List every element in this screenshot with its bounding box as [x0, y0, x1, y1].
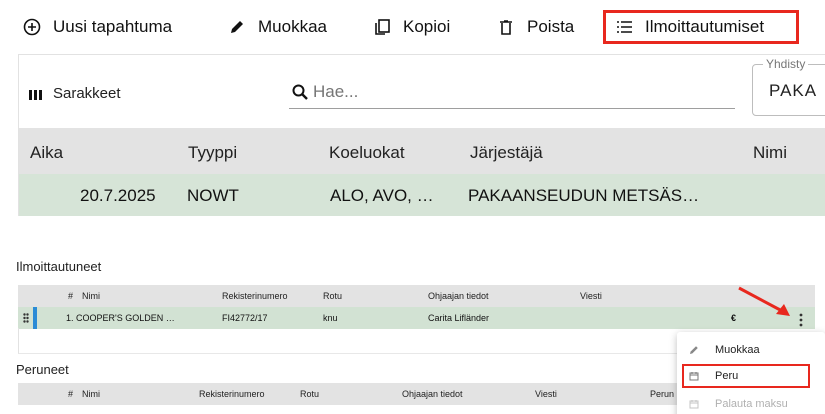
- columns-icon: [29, 88, 43, 100]
- association-label: Yhdisty: [763, 57, 809, 71]
- can-header-cancelled[interactable]: Perun: [650, 389, 674, 399]
- menu-item-cancel[interactable]: Peru: [682, 364, 810, 388]
- menu-item-edit-label: Muokkaa: [715, 344, 760, 356]
- header-organizer[interactable]: Järjestäjä: [470, 143, 543, 163]
- can-header-regno[interactable]: Rekisterinumero: [199, 389, 265, 399]
- can-header-handler[interactable]: Ohjaajan tiedot: [402, 389, 463, 399]
- cell-date: 20.7.2025: [80, 186, 156, 205]
- menu-item-refund[interactable]: Palauta maksu: [677, 392, 825, 414]
- search-field: [289, 75, 735, 109]
- registrations-label: Ilmoittautumiset: [645, 17, 765, 36]
- registered-title: Ilmoittautuneet: [16, 259, 102, 274]
- cell-classes: ALO, AVO, …: [330, 186, 434, 205]
- columns-button[interactable]: Sarakkeet: [29, 85, 121, 102]
- list-icon: [614, 17, 634, 37]
- drag-handle-icon[interactable]: [23, 313, 29, 323]
- pencil-icon: [689, 345, 699, 355]
- cell-organizer: PAKAANSEUDUN METSÄS…: [468, 186, 700, 205]
- delete-label: Poista: [527, 17, 575, 36]
- menu-item-edit[interactable]: Muokkaa: [677, 338, 825, 362]
- cell-regno: FI42772/17: [222, 313, 268, 323]
- row-marker: [33, 307, 37, 329]
- edit-label: Muokkaa: [258, 17, 327, 36]
- events-grid: Sarakkeet Yhdisty PAKA Aika Tyyppi Koelu…: [18, 54, 825, 216]
- cell-breed: knu: [323, 313, 338, 323]
- can-header-index: #: [68, 389, 74, 399]
- can-header-breed[interactable]: Rotu: [300, 389, 319, 399]
- header-type[interactable]: Tyyppi: [188, 143, 237, 163]
- reg-header-index: #: [68, 291, 74, 301]
- delete-button[interactable]: Poista: [496, 10, 574, 44]
- association-select[interactable]: Yhdisty PAKA: [752, 57, 825, 116]
- reg-header-message[interactable]: Viesti: [580, 291, 602, 301]
- copy-icon: [372, 17, 392, 37]
- registered-table-header: # Nimi Rekisterinumero Rotu Ohjaajan tie…: [18, 285, 815, 307]
- reg-header-regno[interactable]: Rekisterinumero: [222, 291, 288, 301]
- cell-type: NOWT: [187, 186, 239, 205]
- table-row[interactable]: 20.7.2025 NOWT ALO, AVO, … PAKAANSEUDUN …: [19, 174, 825, 216]
- can-header-message[interactable]: Viesti: [535, 389, 557, 399]
- menu-item-cancel-label: Peru: [715, 370, 739, 382]
- trash-icon: [496, 17, 516, 37]
- annotation-arrow-icon: [738, 286, 790, 316]
- search-input[interactable]: [313, 81, 713, 102]
- columns-label: Sarakkeet: [53, 85, 121, 102]
- association-value: PAKA: [769, 81, 818, 100]
- menu-item-refund-label: Palauta maksu: [715, 398, 788, 410]
- calendar-cancel-icon: [689, 371, 699, 381]
- copy-label: Kopioi: [403, 17, 451, 36]
- registrations-button[interactable]: Ilmoittautumiset: [603, 10, 799, 44]
- row-context-menu: Muokkaa Peru Palauta maksu: [677, 332, 825, 414]
- cell-index-name: 1. COOPER'S GOLDEN …: [66, 313, 175, 323]
- reg-header-name[interactable]: Nimi: [82, 291, 100, 301]
- cancelled-title: Peruneet: [16, 362, 69, 377]
- reg-header-handler[interactable]: Ohjaajan tiedot: [428, 291, 489, 301]
- reg-header-breed[interactable]: Rotu: [323, 291, 342, 301]
- can-header-name[interactable]: Nimi: [82, 389, 100, 399]
- pencil-icon: [227, 17, 247, 37]
- calendar-refund-icon: [689, 399, 699, 409]
- edit-button[interactable]: Muokkaa: [227, 10, 327, 44]
- copy-button[interactable]: Kopioi: [372, 10, 450, 44]
- header-classes[interactable]: Koeluokat: [329, 143, 405, 163]
- add-circle-icon: [22, 17, 42, 37]
- search-icon: [291, 83, 309, 101]
- events-table-header: Aika Tyyppi Koeluokat Järjestäjä Nimi: [19, 128, 825, 174]
- registered-grid: # Nimi Rekisterinumero Rotu Ohjaajan tie…: [18, 285, 815, 329]
- new-event-button[interactable]: Uusi tapahtuma: [22, 10, 172, 44]
- toolbar: Uusi tapahtuma Muokkaa Kopioi Poista Ilm…: [0, 0, 825, 54]
- header-time[interactable]: Aika: [30, 143, 63, 163]
- table-row[interactable]: 1. COOPER'S GOLDEN … FI42772/17 knu Cari…: [18, 307, 815, 329]
- more-options-icon[interactable]: [799, 313, 803, 327]
- new-event-label: Uusi tapahtuma: [53, 17, 173, 36]
- cell-handler: Carita Lifländer: [428, 313, 490, 323]
- header-name[interactable]: Nimi: [753, 143, 787, 163]
